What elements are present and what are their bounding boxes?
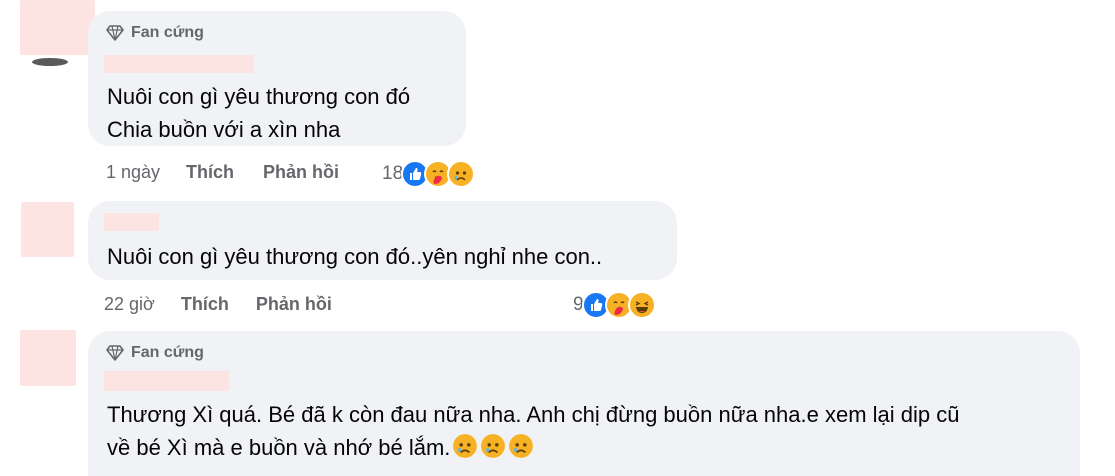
comment-actions: 22 giờ Thích Phản hồi (104, 294, 332, 315)
reply-button[interactable]: Phản hồi (256, 294, 332, 315)
author-name-redacted (104, 213, 159, 231)
comment-text-line: Nuôi con gì yêu thương con đó..yên nghỉ … (107, 244, 603, 269)
avatar-redacted (20, 330, 76, 386)
sad-icon (508, 433, 534, 468)
diamond-icon (106, 345, 124, 361)
sad-icon (480, 433, 506, 468)
like-button[interactable]: Thích (181, 294, 229, 315)
author-name-redacted (104, 371, 229, 391)
reaction-count: 18 (382, 163, 404, 184)
like-button[interactable]: Thích (186, 162, 234, 183)
comment-text-line: Thương Xì quá. Bé đã k còn đau nữa nha. … (107, 402, 960, 427)
badge-label: Fan cứng (131, 24, 204, 41)
avatar-redacted (20, 0, 95, 55)
top-fan-badge: Fan cứng (106, 24, 204, 42)
diamond-icon (106, 25, 124, 41)
comment-text: về bé Xì mà e buồn và nhớ bé lắm. (107, 435, 451, 460)
author-name-redacted (104, 55, 254, 73)
comment-text-line: Chia buồn với a xìn nha (107, 117, 341, 142)
avatar-edge (32, 58, 68, 66)
comment-text-line: Nuôi con gì yêu thương con đó (107, 84, 411, 109)
badge-label: Fan cứng (131, 344, 204, 361)
comment-text-line-with-emojis: về bé Xì mà e buồn và nhớ bé lắm. (107, 431, 534, 468)
haha-icon (627, 291, 656, 319)
top-fan-badge: Fan cứng (106, 344, 204, 362)
timestamp[interactable]: 22 giờ (104, 294, 155, 315)
reactions-summary[interactable]: 18 (382, 160, 476, 188)
reactions-summary[interactable]: 9 (573, 291, 656, 319)
reply-button[interactable]: Phản hồi (263, 162, 339, 183)
sad-icon (447, 160, 476, 188)
comment-actions: 1 ngày Thích Phản hồi (106, 162, 339, 183)
sad-icon (452, 433, 478, 468)
timestamp[interactable]: 1 ngày (106, 162, 160, 183)
avatar-redacted (21, 202, 74, 257)
